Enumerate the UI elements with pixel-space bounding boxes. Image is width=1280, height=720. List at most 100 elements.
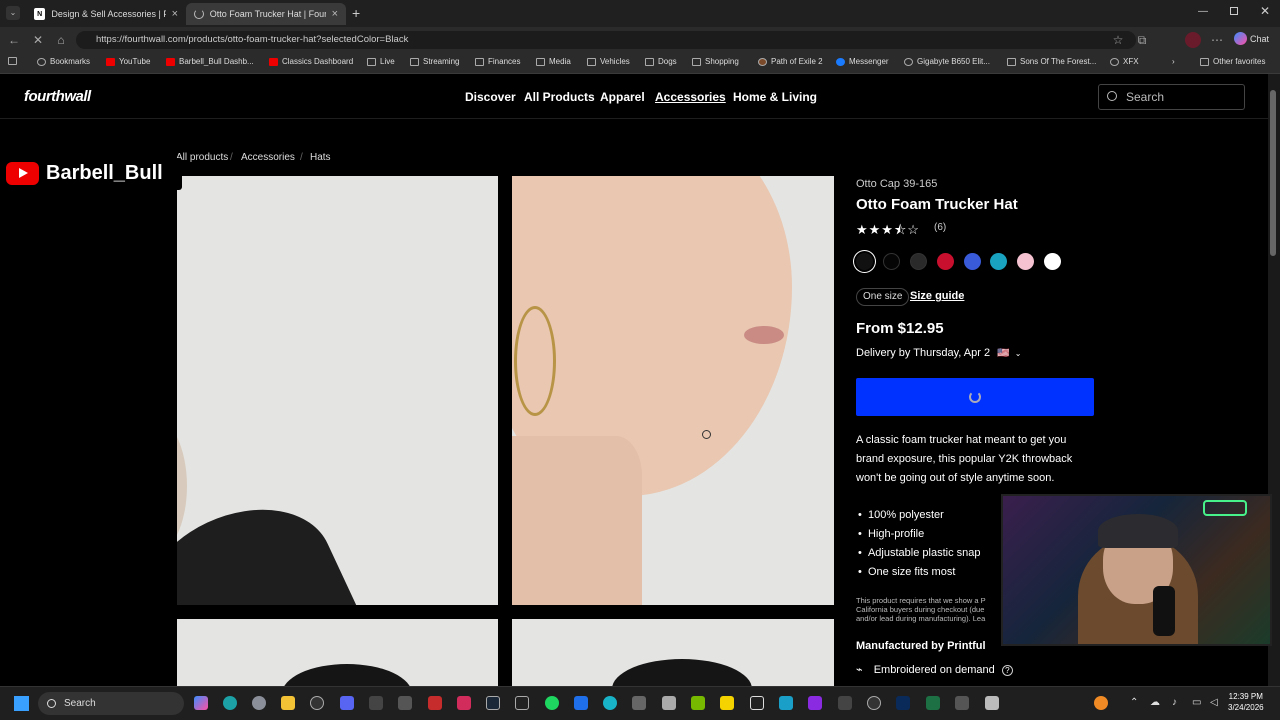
windows-start-icon[interactable]: [14, 696, 29, 711]
spotify-taskbar-icon[interactable]: [545, 696, 559, 710]
review-count[interactable]: (6): [934, 222, 946, 233]
tray-overflow-icon[interactable]: ⌃: [1130, 697, 1138, 708]
stop-loading-icon[interactable]: ✕: [30, 32, 46, 48]
bookmark-shopping[interactable]: Shopping: [692, 57, 739, 66]
color-swatch-teal[interactable]: [990, 253, 1007, 270]
app-taskbar-icon[interactable]: [896, 696, 910, 710]
settings-taskbar-icon[interactable]: [252, 696, 266, 710]
microphone-icon[interactable]: ♪: [1172, 697, 1177, 708]
home-icon[interactable]: ⌂: [53, 32, 69, 48]
volume-icon[interactable]: ◁: [1210, 697, 1218, 708]
bookmark-vehicles[interactable]: Vehicles: [587, 57, 630, 66]
app-taskbar-icon[interactable]: [808, 696, 822, 710]
nav-home-living[interactable]: Home & Living: [733, 90, 817, 104]
steam-taskbar-icon[interactable]: [486, 696, 500, 710]
product-photo-1[interactable]: [177, 176, 498, 605]
bookmark-media[interactable]: Media: [536, 57, 571, 66]
color-swatch-black-selected[interactable]: [856, 253, 873, 270]
app-taskbar-icon[interactable]: [398, 696, 412, 710]
product-photo-2[interactable]: [512, 176, 834, 605]
bookmark-youtube[interactable]: YouTube: [106, 57, 150, 66]
product-photo-3[interactable]: [177, 619, 498, 689]
bookmark-sons-of-forest[interactable]: Sons Of The Forest...: [1007, 57, 1096, 66]
new-tab-button[interactable]: +: [352, 5, 360, 21]
nav-discover[interactable]: Discover: [465, 90, 516, 104]
restore-icon[interactable]: [1230, 7, 1238, 15]
bookmarks-menu-icon[interactable]: [8, 57, 17, 65]
bookmark-live[interactable]: Live: [367, 57, 395, 66]
discord-taskbar-icon[interactable]: [340, 696, 354, 710]
color-swatch-charcoal[interactable]: [910, 253, 927, 270]
bookmark-gigabyte[interactable]: Gigabyte B650 Elit...: [904, 57, 990, 66]
edge-taskbar-icon[interactable]: [223, 696, 237, 710]
onedrive-icon[interactable]: ☁: [1150, 697, 1160, 708]
breadcrumb-all-products[interactable]: All products: [176, 152, 228, 163]
network-icon[interactable]: ▭: [1192, 697, 1201, 708]
size-guide-link[interactable]: Size guide: [910, 290, 964, 302]
app-taskbar-icon[interactable]: [457, 696, 471, 710]
color-swatch-red[interactable]: [937, 253, 954, 270]
bookmark-classics[interactable]: Classics Dashboard: [269, 57, 353, 66]
nav-all-products[interactable]: All Products: [524, 90, 595, 104]
taskbar-clock[interactable]: 12:39 PM 3/24/2026: [1228, 691, 1264, 713]
product-photo-4[interactable]: [512, 619, 834, 689]
profile-avatar[interactable]: [1185, 32, 1201, 48]
close-tab-icon[interactable]: ×: [172, 8, 178, 20]
app-taskbar-icon[interactable]: [603, 696, 617, 710]
bookmarks-overflow-icon[interactable]: ›: [1172, 57, 1175, 66]
color-swatch-pink[interactable]: [1017, 253, 1034, 270]
file-explorer-icon[interactable]: [281, 696, 295, 710]
close-tab-icon[interactable]: ×: [332, 8, 338, 20]
bookmark-other-favorites[interactable]: Other favorites: [1200, 57, 1265, 66]
epic-taskbar-icon[interactable]: [515, 696, 529, 710]
color-swatch-royal-blue[interactable]: [964, 253, 981, 270]
breadcrumb-accessories[interactable]: Accessories: [241, 152, 295, 163]
copilot-taskbar-icon[interactable]: [194, 696, 208, 710]
extensions-icon[interactable]: ⧉: [1134, 32, 1150, 48]
app-taskbar-icon[interactable]: [750, 696, 764, 710]
bookmark-streaming[interactable]: Streaming: [410, 57, 459, 66]
color-swatch-white[interactable]: [1044, 253, 1061, 270]
app-taskbar-icon[interactable]: [428, 696, 442, 710]
app-taskbar-icon[interactable]: [838, 696, 852, 710]
close-window-icon[interactable]: ✕: [1260, 4, 1270, 18]
app-taskbar-icon[interactable]: [369, 696, 383, 710]
color-swatch-black[interactable]: [883, 253, 900, 270]
app-taskbar-icon[interactable]: [720, 696, 734, 710]
calculator-taskbar-icon[interactable]: [632, 696, 646, 710]
minimize-icon[interactable]: —: [1198, 6, 1208, 17]
favorite-star-icon[interactable]: ☆: [1110, 32, 1126, 48]
url-input[interactable]: https://fourthwall.com/products/otto-foa…: [76, 31, 1136, 49]
app-taskbar-icon[interactable]: [662, 696, 676, 710]
bookmark-dogs[interactable]: Dogs: [645, 57, 677, 66]
app-taskbar-icon[interactable]: [867, 696, 881, 710]
scrollbar-thumb[interactable]: [1270, 90, 1276, 256]
app-taskbar-icon[interactable]: [779, 696, 793, 710]
nav-apparel[interactable]: Apparel: [600, 90, 645, 104]
size-option[interactable]: One size: [856, 288, 910, 306]
bookmark-bookmarks[interactable]: Bookmarks: [37, 57, 90, 66]
app-taskbar-icon[interactable]: [985, 696, 999, 710]
taskbar-search[interactable]: Search: [38, 692, 184, 715]
info-icon[interactable]: ?: [1001, 665, 1013, 676]
notification-badge-icon[interactable]: [1094, 696, 1108, 710]
copilot-chat-button[interactable]: Chat: [1234, 32, 1269, 45]
delivery-estimate[interactable]: Delivery by Thursday, Apr 2 🇺🇸 ⌄: [856, 347, 1021, 359]
more-menu-icon[interactable]: ⋯: [1209, 32, 1225, 48]
excel-taskbar-icon[interactable]: [926, 696, 940, 710]
app-taskbar-icon[interactable]: [574, 696, 588, 710]
site-search-input[interactable]: Search: [1098, 84, 1245, 110]
app-taskbar-icon[interactable]: [691, 696, 705, 710]
nav-accessories[interactable]: Accessories: [655, 90, 726, 104]
bookmark-xfx[interactable]: XFX: [1110, 57, 1139, 66]
tab-list-chevron-icon[interactable]: ⌄: [6, 6, 20, 20]
back-icon[interactable]: ←: [6, 32, 22, 48]
tab-otto-foam[interactable]: Otto Foam Trucker Hat | Fourthwal ×: [186, 3, 346, 25]
tab-design-sell[interactable]: N Design & Sell Accessories | Fourth ×: [26, 3, 186, 25]
bookmark-finances[interactable]: Finances: [475, 57, 520, 66]
bookmark-barbell-dashboard[interactable]: Barbell_Bull Dashb...: [166, 57, 254, 66]
obs-taskbar-icon[interactable]: [310, 696, 324, 710]
breadcrumb-hats[interactable]: Hats: [310, 152, 331, 163]
bookmark-path-of-exile[interactable]: Path of Exile 2: [758, 57, 823, 66]
bookmark-messenger[interactable]: Messenger: [836, 57, 889, 66]
